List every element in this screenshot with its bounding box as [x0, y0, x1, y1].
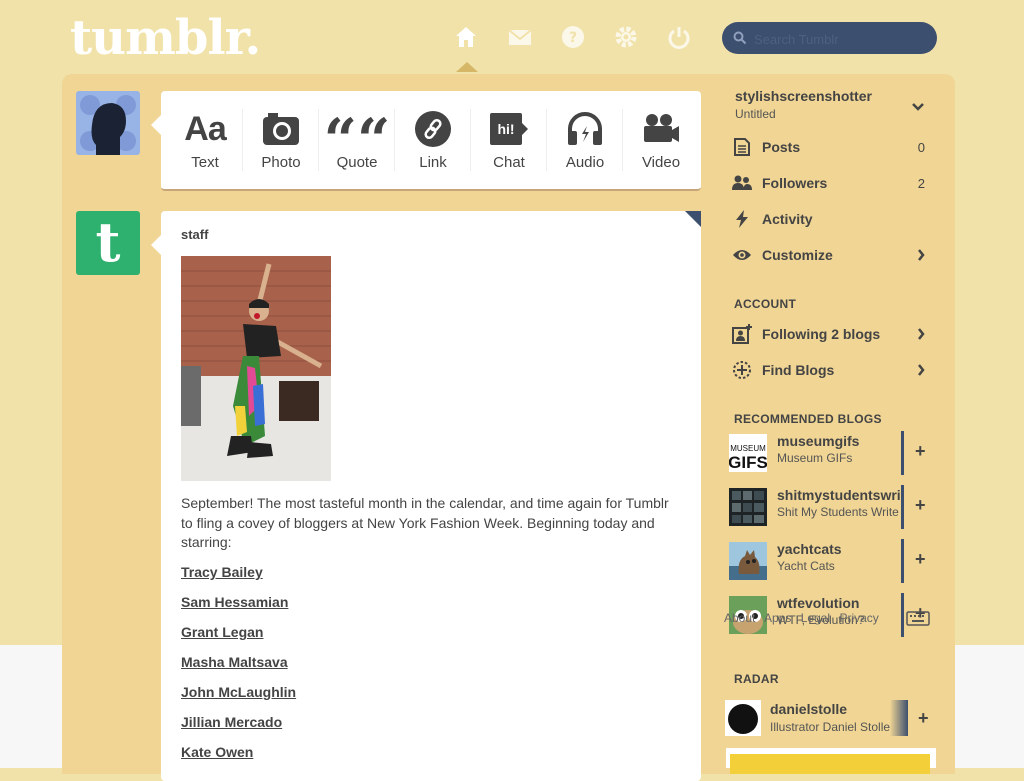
svg-text:MUSEUM: MUSEUM — [730, 444, 766, 453]
gear-icon[interactable] — [612, 23, 640, 51]
search-icon — [733, 31, 747, 45]
post-corner-fold[interactable] — [685, 211, 701, 227]
search-bar[interactable] — [722, 22, 937, 54]
radar-fade — [890, 700, 908, 736]
chat-icon: hi! — [471, 109, 547, 149]
chevron-down-icon[interactable] — [912, 102, 924, 112]
footer-link-apps[interactable]: Apps — [764, 611, 791, 625]
post-link-list: Tracy Bailey Sam Hessamian Grant Legan M… — [181, 562, 296, 772]
post-type-chat[interactable]: hi! Chat — [471, 91, 547, 189]
follow-button[interactable]: + — [901, 539, 938, 583]
post-link[interactable]: Masha Maltsava — [181, 652, 296, 682]
text-icon: Aa — [184, 109, 226, 148]
follow-button[interactable]: + — [901, 485, 938, 529]
account-heading: ACCOUNT — [734, 297, 797, 311]
post-blog-name[interactable]: staff — [181, 227, 208, 242]
sidebar-item-activity[interactable]: Activity — [732, 204, 937, 234]
svg-text:GIFS: GIFS — [729, 453, 767, 472]
camera-icon — [243, 109, 319, 149]
user-silhouette-icon — [80, 95, 136, 155]
post-body-text: September! The most tasteful month in th… — [181, 495, 669, 550]
radar-blog-name: danielstolle — [770, 701, 848, 717]
blog-name: wtfevolution — [777, 595, 860, 611]
radar-avatar — [725, 700, 761, 736]
search-input[interactable] — [752, 29, 926, 49]
footer-link-about[interactable]: About — [724, 611, 755, 625]
headphones-icon — [547, 109, 623, 149]
add-person-icon — [732, 324, 752, 344]
footer-link-legal[interactable]: Legal — [801, 611, 830, 625]
posts-count: 0 — [917, 140, 925, 155]
sidebar-item-following[interactable]: Following 2 blogs — [732, 319, 937, 349]
footer-links: About Apps Legal Privacy — [724, 611, 885, 625]
radar-follow-button[interactable]: + — [918, 708, 929, 729]
chevron-right-icon — [918, 249, 925, 261]
posts-icon — [732, 137, 752, 157]
footer-link-privacy[interactable]: Privacy — [839, 611, 878, 625]
bolt-icon — [732, 209, 752, 229]
post-link[interactable]: Tracy Bailey — [181, 562, 296, 592]
blog-avatar — [729, 488, 767, 526]
tumblr-logo[interactable]: tumblr. — [70, 10, 261, 66]
blog-avatar — [729, 542, 767, 580]
chevron-right-icon — [918, 328, 925, 340]
recommended-blog[interactable]: shitmystudentswrite Shit My Students Wri… — [729, 485, 939, 535]
post-type-text[interactable]: Aa Text — [167, 91, 243, 189]
post-link[interactable]: Jillian Mercado — [181, 712, 296, 742]
video-camera-icon — [623, 109, 699, 149]
radar-post-image[interactable] — [726, 748, 936, 774]
follow-button[interactable]: + — [901, 431, 938, 475]
post-photo[interactable] — [181, 256, 331, 481]
keyboard-icon[interactable] — [906, 611, 930, 626]
eye-icon — [732, 245, 752, 265]
blog-title: Shit My Students Write — [777, 505, 899, 519]
sidebar-item-customize[interactable]: Customize — [732, 240, 937, 270]
post-composer: Aa Text Photo ““ Quote Link hi! Chat Aud… — [151, 91, 701, 191]
post-type-audio[interactable]: Audio — [547, 91, 623, 189]
sidebar-username[interactable]: stylishscreenshotter — [735, 88, 872, 104]
svg-text:?: ? — [569, 30, 577, 46]
home-icon[interactable] — [452, 23, 480, 51]
staff-avatar[interactable]: t — [76, 211, 140, 275]
followers-count: 2 — [917, 176, 925, 191]
post-type-photo[interactable]: Photo — [243, 91, 319, 189]
mail-icon[interactable] — [506, 23, 534, 51]
post-type-video[interactable]: Video — [623, 91, 699, 189]
sidebar-blog-title: Untitled — [735, 107, 776, 121]
user-avatar[interactable] — [76, 91, 140, 155]
compass-icon — [732, 360, 752, 380]
recommended-blog[interactable]: yachtcats Yacht Cats + — [729, 539, 939, 589]
sidebar-item-find-blogs[interactable]: Find Blogs — [732, 355, 937, 385]
post-type-quote[interactable]: ““ Quote — [319, 91, 395, 189]
dashboard-post: staff September! The most tasteful month… — [151, 211, 701, 781]
blog-name: shitmystudentswrite — [777, 487, 901, 503]
sidebar-item-followers[interactable]: Followers 2 — [732, 168, 937, 198]
active-nav-indicator — [456, 62, 478, 72]
followers-icon — [732, 173, 752, 193]
post-link[interactable]: Sam Hessamian — [181, 592, 296, 622]
sidebar-item-posts[interactable]: Posts 0 — [732, 132, 937, 162]
chevron-right-icon — [918, 364, 925, 376]
blog-title: Museum GIFs — [777, 451, 853, 465]
radar-heading: RADAR — [734, 672, 779, 686]
blog-title: Yacht Cats — [777, 559, 835, 573]
recommended-blog[interactable]: MUSEUM GIFS museumgifs Museum GIFs + — [729, 431, 939, 481]
link-icon — [395, 109, 471, 149]
recommended-blogs-heading: RECOMMENDED BLOGS — [734, 412, 882, 426]
svg-text:hi!: hi! — [497, 121, 514, 137]
quote-icon: ““ — [323, 106, 391, 174]
post-link[interactable]: Grant Legan — [181, 622, 296, 652]
radar-card[interactable]: danielstolle Illustrator Daniel Stolle + — [722, 700, 937, 740]
blog-avatar: MUSEUM GIFS — [729, 434, 767, 472]
help-icon[interactable]: ? — [559, 23, 587, 51]
radar-blog-title: Illustrator Daniel Stolle — [770, 720, 891, 734]
power-icon[interactable] — [665, 23, 693, 51]
blog-name: yachtcats — [777, 541, 842, 557]
post-link[interactable]: John McLaughlin — [181, 682, 296, 712]
post-type-link[interactable]: Link — [395, 91, 471, 189]
blog-name: museumgifs — [777, 433, 860, 449]
